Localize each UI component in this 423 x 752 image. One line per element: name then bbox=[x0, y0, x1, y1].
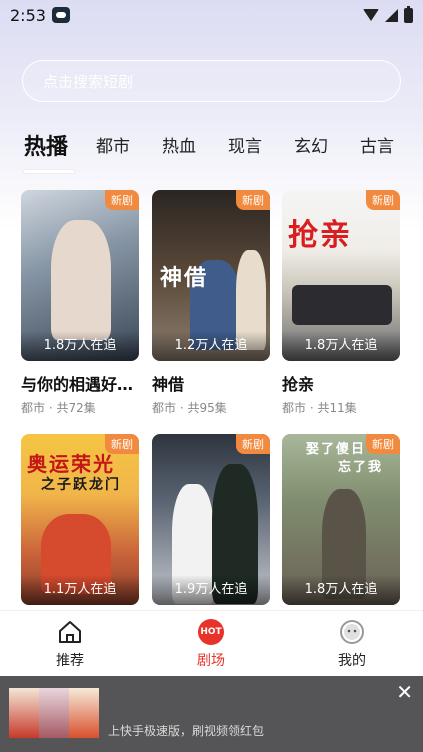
watcher-count: 1.9万人在追 bbox=[152, 575, 270, 605]
search-input[interactable]: 点击搜索短剧 bbox=[22, 60, 401, 102]
ad-thumbnail bbox=[69, 688, 99, 738]
nav-theater[interactable]: HOT 剧场 bbox=[171, 619, 251, 670]
drama-poster[interactable]: 抢亲 新剧 1.8万人在追 bbox=[282, 190, 400, 361]
ad-thumbnail bbox=[9, 688, 39, 738]
drama-card[interactable]: 奥运荣光 之子跃龙门 新剧 1.1万人在追 bbox=[21, 434, 139, 605]
home-icon bbox=[57, 619, 83, 645]
ad-banner[interactable]: 上快手极速版，刷视频领红包 ✕ bbox=[0, 676, 423, 752]
drama-card[interactable]: 新剧 1.8万人在追 与你的相遇好… 都市 · 共72集 bbox=[21, 190, 139, 416]
poster-subtitle-art: 忘了我 bbox=[338, 460, 384, 475]
watcher-count: 1.8万人在追 bbox=[21, 331, 139, 361]
tab-urban[interactable]: 都市 bbox=[96, 132, 130, 157]
tab-historical-romance[interactable]: 古言 bbox=[360, 132, 394, 157]
watcher-count: 1.8万人在追 bbox=[282, 331, 400, 361]
nav-label: 我的 bbox=[338, 653, 366, 669]
ad-text: 上快手极速版，刷视频领红包 bbox=[108, 724, 265, 738]
status-indicators bbox=[363, 5, 413, 23]
watcher-count: 1.8万人在追 bbox=[282, 575, 400, 605]
drama-meta: 都市 · 共11集 bbox=[282, 401, 357, 415]
drama-poster[interactable]: 新剧 1.8万人在追 bbox=[21, 190, 139, 361]
drama-poster[interactable]: 娶了傻日 忘了我 新剧 1.8万人在追 bbox=[282, 434, 400, 605]
drama-poster[interactable]: 新剧 1.9万人在追 bbox=[152, 434, 270, 605]
new-badge: 新剧 bbox=[366, 190, 400, 210]
watcher-count: 1.2万人在追 bbox=[152, 331, 270, 361]
poster-subtitle-art: 之子跃龙门 bbox=[41, 477, 121, 493]
profile-icon bbox=[339, 619, 365, 645]
wifi-icon bbox=[363, 9, 379, 21]
poster-title-art: 奥运荣光 bbox=[27, 452, 115, 476]
drama-card[interactable]: 抢亲 新剧 1.8万人在追 抢亲 都市 · 共11集 bbox=[282, 190, 400, 416]
category-tabs: 热播 都市 热血 现言 玄幻 古言 bbox=[0, 132, 423, 176]
search-placeholder: 点击搜索短剧 bbox=[43, 72, 134, 91]
app-notification-icon bbox=[51, 7, 70, 23]
tab-fantasy[interactable]: 玄幻 bbox=[294, 132, 328, 157]
tab-modern-romance[interactable]: 现言 bbox=[228, 132, 262, 157]
drama-title[interactable]: 与你的相遇好… bbox=[21, 371, 141, 395]
poster-title-art: 神借 bbox=[160, 265, 209, 291]
poster-car bbox=[292, 285, 392, 325]
status-bar: 2:53 bbox=[0, 0, 423, 30]
new-badge: 新剧 bbox=[105, 190, 139, 210]
drama-poster[interactable]: 奥运荣光 之子跃龙门 新剧 1.1万人在追 bbox=[21, 434, 139, 605]
drama-meta: 都市 · 共72集 bbox=[21, 401, 96, 415]
nav-label: 推荐 bbox=[56, 653, 84, 669]
drama-meta: 都市 · 共95集 bbox=[152, 401, 227, 415]
nav-label: 剧场 bbox=[197, 653, 225, 669]
tab-hot[interactable]: 热播 bbox=[24, 129, 68, 161]
status-time: 2:53 bbox=[10, 5, 46, 25]
drama-card[interactable]: 神借 新剧 1.2万人在追 神借 都市 · 共95集 bbox=[152, 190, 270, 416]
theater-page: 2:53 点击搜索短剧 热播 都市 热血 现言 玄幻 古言 新剧 1.8万人在追… bbox=[0, 0, 423, 752]
active-tab-indicator bbox=[24, 170, 74, 173]
signal-icon bbox=[385, 8, 398, 22]
poster-figure bbox=[51, 220, 111, 340]
poster-title-art: 娶了傻日 bbox=[306, 442, 367, 457]
drama-title[interactable]: 神借 bbox=[152, 371, 272, 395]
nav-recommend[interactable]: 推荐 bbox=[30, 619, 110, 670]
nav-me[interactable]: 我的 bbox=[312, 619, 392, 670]
tab-action[interactable]: 热血 bbox=[162, 132, 196, 157]
close-icon[interactable]: ✕ bbox=[396, 682, 413, 702]
drama-card[interactable]: 新剧 1.9万人在追 bbox=[152, 434, 270, 605]
new-badge: 新剧 bbox=[236, 434, 270, 454]
new-badge: 新剧 bbox=[105, 434, 139, 454]
poster-title-art: 抢亲 bbox=[288, 218, 352, 253]
watcher-count: 1.1万人在追 bbox=[21, 575, 139, 605]
new-badge: 新剧 bbox=[366, 434, 400, 454]
drama-card[interactable]: 娶了傻日 忘了我 新剧 1.8万人在追 bbox=[282, 434, 400, 605]
new-badge: 新剧 bbox=[236, 190, 270, 210]
battery-icon bbox=[404, 5, 413, 23]
hot-icon: HOT bbox=[198, 619, 224, 645]
bottom-navigation: 推荐 HOT 剧场 我的 bbox=[0, 610, 423, 676]
drama-poster[interactable]: 神借 新剧 1.2万人在追 bbox=[152, 190, 270, 361]
ad-thumbnail bbox=[39, 688, 69, 738]
drama-title[interactable]: 抢亲 bbox=[282, 371, 402, 395]
